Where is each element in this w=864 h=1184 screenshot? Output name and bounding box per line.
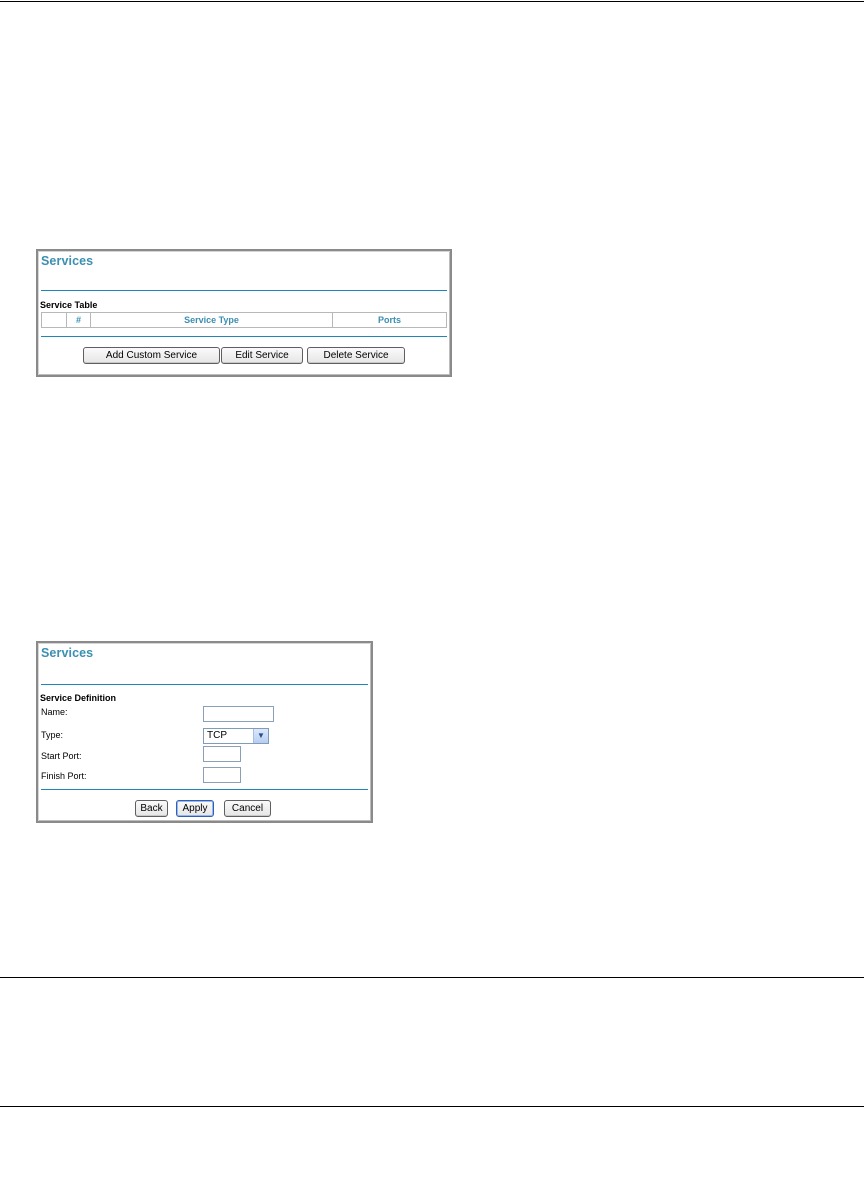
- title-divider: [41, 684, 368, 685]
- finish-port-input[interactable]: [203, 767, 241, 783]
- service-table: # Service Type Ports: [41, 312, 447, 328]
- start-port-input[interactable]: [203, 746, 241, 762]
- start-port-label: Start Port:: [41, 751, 82, 761]
- edit-service-button[interactable]: Edit Service: [221, 347, 303, 364]
- cancel-button[interactable]: Cancel: [224, 800, 271, 817]
- panel-title: Services: [41, 646, 94, 660]
- name-input[interactable]: [203, 706, 274, 722]
- type-selected-value: TCP: [207, 730, 227, 741]
- service-definition-panel: Services Service Definition Name: Type: …: [36, 641, 373, 823]
- back-button[interactable]: Back: [135, 800, 168, 817]
- panel-title: Services: [41, 254, 94, 268]
- apply-button[interactable]: Apply: [176, 800, 214, 817]
- col-select: [41, 312, 67, 328]
- type-label: Type:: [41, 730, 64, 740]
- footer-rule-bottom: [0, 1106, 864, 1107]
- table-header-row: # Service Type Ports: [41, 312, 447, 328]
- type-select[interactable]: TCP ▼: [203, 728, 269, 744]
- service-definition-label: Service Definition: [40, 693, 117, 703]
- table-divider: [41, 336, 447, 337]
- chevron-down-icon[interactable]: ▼: [253, 729, 268, 743]
- col-number: #: [66, 312, 91, 328]
- finish-port-label: Finish Port:: [41, 771, 87, 781]
- col-service-type: Service Type: [90, 312, 333, 328]
- delete-service-button[interactable]: Delete Service: [307, 347, 405, 364]
- header-rule: [0, 1, 864, 2]
- footer-rule-top: [0, 977, 864, 978]
- form-divider: [41, 789, 368, 790]
- add-custom-service-button[interactable]: Add Custom Service: [83, 347, 220, 364]
- title-divider: [41, 290, 447, 291]
- service-table-label: Service Table: [40, 300, 98, 310]
- services-table-panel: Services Service Table # Service Type Po…: [36, 249, 452, 377]
- col-ports: Ports: [332, 312, 447, 328]
- name-label: Name:: [41, 707, 68, 717]
